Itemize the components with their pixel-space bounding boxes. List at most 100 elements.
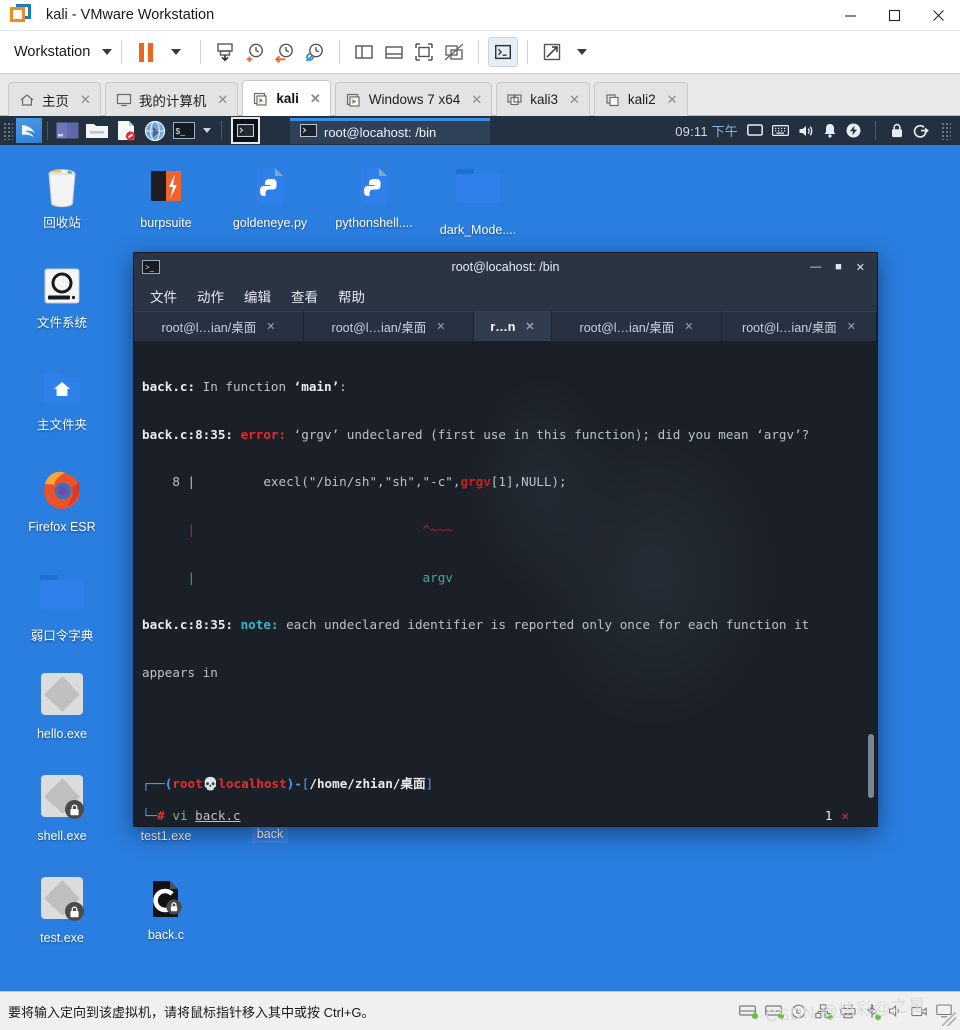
desktop-icon-goldeneye-py[interactable]: goldeneye.py [222,162,318,234]
text-editor-icon[interactable] [113,118,138,143]
panel-handle-icon[interactable] [941,121,951,140]
unity-mode-button[interactable] [439,37,469,67]
hard-disk-icon[interactable] [739,1004,758,1019]
printer-icon[interactable] [840,1003,856,1019]
terminal-titlebar[interactable]: >_ root@locahost: /bin — ■ ✕ [134,253,877,281]
take-snapshot-button[interactable] [240,37,270,67]
close-icon[interactable]: ✕ [525,320,534,333]
kali-menu-icon[interactable] [16,118,42,143]
terminal-icon[interactable]: $_ [171,118,196,143]
terminal-window[interactable]: >_ root@locahost: /bin — ■ ✕ 文件 动作 编辑 查看… [133,252,878,827]
terminal-tab-5[interactable]: root@l…ian/桌面 ✕ [722,311,877,341]
desktop-icon-filesystem[interactable]: 文件系统 [14,262,110,334]
terminal-maximize-button[interactable]: ■ [835,261,842,274]
menu-help[interactable]: 帮助 [338,286,365,306]
firefox-icon [38,466,86,514]
camera-icon[interactable] [911,1005,927,1018]
terminal-minimize-button[interactable]: — [810,261,821,274]
menu-edit[interactable]: 编辑 [244,286,271,306]
fullscreen-button[interactable] [409,37,439,67]
minimize-button[interactable] [828,0,872,31]
clock[interactable]: 09:11 下午 [675,121,738,140]
desktop-icon-pythonshell[interactable]: pythonshell.... [326,162,422,234]
cd-dvd-icon[interactable] [791,1004,806,1019]
menu-view[interactable]: 查看 [291,286,318,306]
file-manager-icon[interactable] [84,118,109,143]
terminal-tab-4[interactable]: root@l…ian/桌面 ✕ [552,311,722,341]
prompt-host: localhost [218,776,287,792]
desktop-icon-test-exe[interactable]: test.exe [14,874,110,949]
close-icon[interactable]: ✕ [667,92,678,108]
status-device-icons [739,1003,952,1020]
close-icon[interactable]: ✕ [217,92,228,108]
desktop-icon-shell-exe[interactable]: shell.exe [14,772,110,847]
desktop-icon-dark-mode-folder[interactable]: dark_Mode.... [430,162,526,241]
desktop-icon-firefox[interactable]: Firefox ESR [14,466,110,538]
desktop-icon-back-c[interactable]: back.c [118,874,214,946]
workstation-menu-button[interactable]: Workstation [10,44,94,60]
prompt-rparen: )- [286,776,302,792]
desktop-icon-burpsuite[interactable]: burpsuite [118,162,214,234]
show-library-button[interactable] [349,37,379,67]
display-icon[interactable] [747,123,763,138]
snapshot-manager-button[interactable] [300,37,330,67]
stretch-dropdown-button[interactable] [567,37,597,67]
logout-icon[interactable] [913,123,929,138]
terminal-scrollbar[interactable] [868,734,874,798]
vm-tab-kali3[interactable]: kali3 ✕ [496,82,590,116]
terminal-output-area[interactable]: back.c: In function ‘main’: back.c:8:35:… [134,341,877,826]
desktop-icon-folder-weak-dict[interactable]: 弱口令字典 [14,568,110,647]
close-icon[interactable]: ✕ [436,320,445,333]
close-icon[interactable]: ✕ [684,320,693,333]
pause-dropdown-button[interactable] [161,37,191,67]
lock-icon[interactable] [890,123,904,138]
resize-grip[interactable] [942,1012,956,1026]
close-icon[interactable]: ✕ [847,320,856,333]
usb-icon[interactable] [865,1003,881,1020]
desktop-icon-hello-exe[interactable]: hello.exe [14,670,110,745]
stretch-guest-button[interactable] [537,37,567,67]
vm-tab-my-computer[interactable]: 我的计算机 ✕ [104,82,239,116]
show-thumbnail-bar-button[interactable] [379,37,409,67]
desktop-icon-trash[interactable]: 回收站 [14,162,110,234]
vm-tab-kali2[interactable]: kali2 ✕ [593,82,688,116]
maximize-button[interactable] [872,0,916,31]
vm-tab-kali[interactable]: kali ✕ [242,80,331,116]
close-button[interactable] [916,0,960,31]
pause-button[interactable] [131,37,161,67]
close-icon[interactable]: ✕ [471,92,482,108]
panel-handle-icon[interactable] [3,121,13,140]
guest-screen[interactable]: $_ root@locahost: /bin 09:11 下午 回收站 文件系统… [0,116,960,991]
terminal-close-button[interactable]: ✕ [856,261,865,274]
workspace-switcher-icon[interactable] [55,118,80,143]
power-icon[interactable] [846,123,861,138]
vm-tab-windows7[interactable]: Windows 7 x64 ✕ [334,82,493,116]
sound-icon[interactable] [888,1004,902,1018]
revert-snapshot-button[interactable] [270,37,300,67]
keyboard-icon[interactable] [772,124,789,137]
web-browser-icon[interactable] [142,118,167,143]
window-pager-icon[interactable] [231,117,260,144]
terminal-dropdown-icon[interactable] [203,128,211,133]
network-icon[interactable] [815,1003,833,1020]
close-icon[interactable]: ✕ [569,92,580,108]
menu-actions[interactable]: 动作 [197,286,224,306]
terminal-tab-3[interactable]: r…n ✕ [474,311,552,341]
close-icon[interactable]: ✕ [310,91,321,107]
vm-tab-home[interactable]: 主页 ✕ [8,82,101,116]
output-line: back.c:8:35: error: ‘grgv’ undeclared (f… [142,427,867,443]
home-icon [19,93,35,107]
terminal-tab-2[interactable]: root@l…ian/桌面 ✕ [304,311,474,341]
manage-snapshots-button[interactable] [210,37,240,67]
notification-icon[interactable] [823,123,837,138]
console-view-button[interactable] [488,37,519,67]
terminal-tab-1[interactable]: root@l…ian/桌面 ✕ [134,311,304,341]
volume-icon[interactable] [798,124,814,138]
hard-disk-icon[interactable] [765,1004,784,1019]
taskbar-item-terminal[interactable]: root@locahost: /bin [290,117,490,144]
close-icon[interactable]: ✕ [80,92,91,108]
desktop-icon-home-folder[interactable]: 主文件夹 [14,364,110,436]
close-icon[interactable]: ✕ [266,320,275,333]
chevron-down-icon[interactable] [102,49,113,55]
menu-file[interactable]: 文件 [150,286,177,306]
